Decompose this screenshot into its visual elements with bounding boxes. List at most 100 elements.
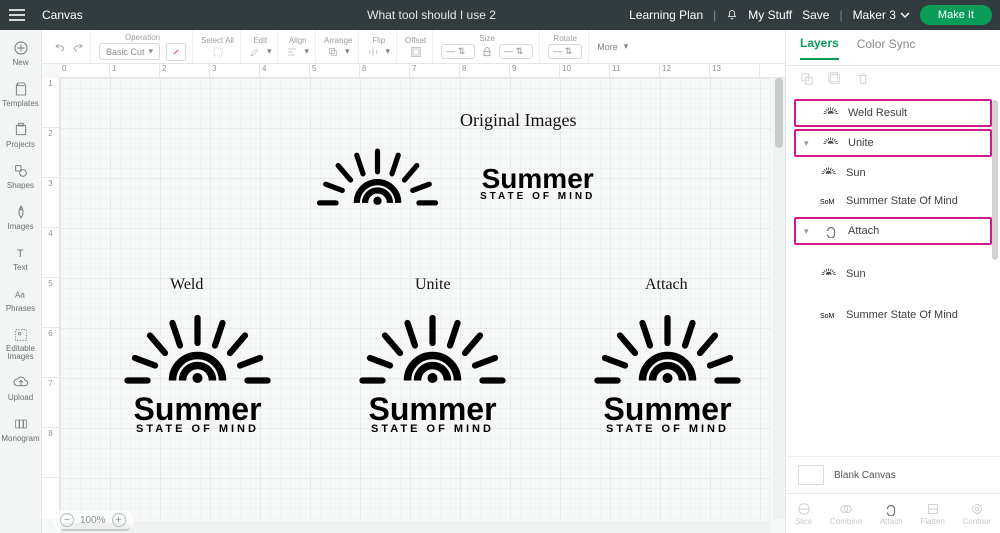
- chevron-down-icon[interactable]: ▾: [804, 226, 814, 237]
- layer-action-icons: [786, 66, 1000, 97]
- layer-label: Attach: [848, 225, 879, 237]
- ruler-tick: 0: [60, 64, 110, 77]
- tool-upload[interactable]: Upload: [0, 371, 42, 406]
- tool-projects[interactable]: Projects: [0, 118, 42, 153]
- tool-label: Phrases: [6, 304, 35, 313]
- summer-sub: STATE OF MIND: [371, 423, 494, 435]
- sun-icon: [822, 136, 840, 150]
- tool-label: Projects: [6, 140, 35, 149]
- highlight-weld: Weld Result: [794, 99, 992, 127]
- canvas-object-attach[interactable]: Summer STATE OF MIND: [580, 303, 755, 435]
- align-group[interactable]: Align▾: [280, 30, 316, 63]
- my-stuff-link[interactable]: My Stuff: [748, 8, 792, 22]
- canvas-object-unite[interactable]: Summer STATE OF MIND: [345, 303, 520, 435]
- tool-text[interactable]: TText: [0, 241, 42, 276]
- blank-canvas-row[interactable]: Blank Canvas: [786, 456, 1000, 493]
- canvas-scrollbar-vertical[interactable]: [773, 78, 785, 519]
- ruler-tick: 8: [460, 64, 510, 77]
- zoom-out-button[interactable]: −: [60, 513, 74, 527]
- arrange-group[interactable]: Arrange▾: [318, 30, 359, 63]
- layer-summer-state[interactable]: SoM Summer State Of Mind: [786, 187, 1000, 215]
- lock-icon[interactable]: [481, 46, 493, 58]
- layer-summer-state-2[interactable]: SoM Summer State Of Mind: [786, 301, 1000, 329]
- learning-plan-link[interactable]: Learning Plan: [629, 8, 703, 22]
- rotate-input[interactable]: — ⇅: [548, 44, 582, 59]
- tool-images[interactable]: Images: [0, 200, 42, 235]
- layer-sun-2[interactable]: Sun: [786, 247, 1000, 301]
- chevron-down-icon[interactable]: ▾: [804, 138, 814, 149]
- slice-button[interactable]: Slice: [795, 502, 812, 526]
- group-label: Select All: [201, 36, 234, 45]
- layer-sun[interactable]: Sun: [786, 159, 1000, 187]
- ruler-tick: 4: [260, 64, 310, 77]
- more-group[interactable]: More▾: [591, 30, 634, 63]
- attach-icon: [822, 224, 840, 238]
- ruler-tick: 9: [510, 64, 560, 77]
- tab-color-sync[interactable]: Color Sync: [857, 37, 916, 59]
- contour-button[interactable]: Contour: [963, 502, 991, 526]
- canvas-grid[interactable]: Original Images Summer STATE OF MIND Wel…: [60, 78, 771, 519]
- width-input[interactable]: — ⇅: [441, 44, 475, 59]
- make-it-button[interactable]: Make It: [920, 5, 992, 25]
- scrollbar-thumb[interactable]: [992, 100, 998, 260]
- layer-unite[interactable]: ▾ Unite: [796, 131, 990, 155]
- machine-select[interactable]: Maker 3: [853, 8, 910, 22]
- svg-text:T: T: [17, 248, 24, 260]
- tool-label: Shapes: [7, 181, 34, 190]
- height-input[interactable]: — ⇅: [499, 44, 533, 59]
- combine-button[interactable]: Combine: [830, 502, 862, 526]
- ruler-tick: 5: [310, 64, 360, 77]
- ruler-tick: 6: [42, 328, 59, 378]
- save-button[interactable]: Save: [802, 8, 829, 22]
- redo-button[interactable]: [72, 40, 84, 54]
- bell-icon[interactable]: [726, 9, 738, 21]
- zoom-value: 100%: [80, 515, 106, 526]
- ruler-tick: 7: [42, 378, 59, 428]
- operation-select[interactable]: Basic Cut▾: [99, 43, 160, 60]
- zoom-in-button[interactable]: +: [112, 513, 126, 527]
- layers-list: Weld Result ▾ Unite Sun SoM Summer State…: [786, 97, 1000, 456]
- highlight-attach: ▾ Attach: [794, 217, 992, 245]
- delete-icon[interactable]: [856, 72, 870, 91]
- tab-layers[interactable]: Layers: [800, 36, 839, 60]
- group-label: Rotate: [553, 34, 577, 43]
- more-label: More: [597, 42, 618, 52]
- color-swatch-button[interactable]: [166, 43, 186, 61]
- tool-templates[interactable]: Templates: [0, 77, 42, 112]
- layer-weld-result[interactable]: Weld Result: [796, 101, 990, 125]
- tool-new[interactable]: New: [0, 36, 42, 71]
- flip-group[interactable]: Flip▾: [361, 30, 397, 63]
- tool-editable-images[interactable]: Editable Images: [0, 323, 42, 365]
- layer-label: Unite: [848, 137, 874, 149]
- label-attach: Attach: [645, 276, 688, 294]
- ruler-tick: 4: [42, 228, 59, 278]
- edit-group[interactable]: Edit▾: [243, 30, 279, 63]
- group-label: Arrange: [324, 36, 352, 45]
- summer-sub: STATE OF MIND: [606, 423, 729, 435]
- tool-phrases[interactable]: AaPhrases: [0, 282, 42, 317]
- layer-attach[interactable]: ▾ Attach: [796, 219, 990, 243]
- separator: |: [839, 8, 842, 22]
- panel-scrollbar[interactable]: [992, 100, 998, 453]
- tool-monogram[interactable]: Monogram: [0, 412, 42, 447]
- tool-shapes[interactable]: Shapes: [0, 159, 42, 194]
- app-title: Canvas: [34, 8, 234, 22]
- select-group[interactable]: Select All: [195, 30, 241, 63]
- canvas-object-sun-original[interactable]: [305, 138, 450, 218]
- flatten-button[interactable]: Flatten: [920, 502, 944, 526]
- canvas-object-summer-original[interactable]: Summer STATE OF MIND: [480, 166, 595, 202]
- undo-button[interactable]: [54, 40, 66, 54]
- group-icon[interactable]: [800, 72, 814, 91]
- duplicate-icon[interactable]: [828, 72, 842, 91]
- offset-group[interactable]: Offset: [399, 30, 433, 63]
- menu-hamburger-icon[interactable]: [0, 9, 34, 21]
- layer-label: Sun: [846, 167, 866, 179]
- canvas-object-weld[interactable]: Summer STATE OF MIND: [110, 303, 285, 435]
- group-label: Operation: [125, 33, 160, 42]
- ruler-tick: 6: [360, 64, 410, 77]
- canvas-scrollbar-horizontal[interactable]: [60, 521, 771, 533]
- machine-label: Maker 3: [853, 8, 896, 22]
- btn-label: Slice: [795, 517, 812, 526]
- scrollbar-thumb[interactable]: [775, 78, 783, 148]
- attach-button[interactable]: Attach: [880, 502, 903, 526]
